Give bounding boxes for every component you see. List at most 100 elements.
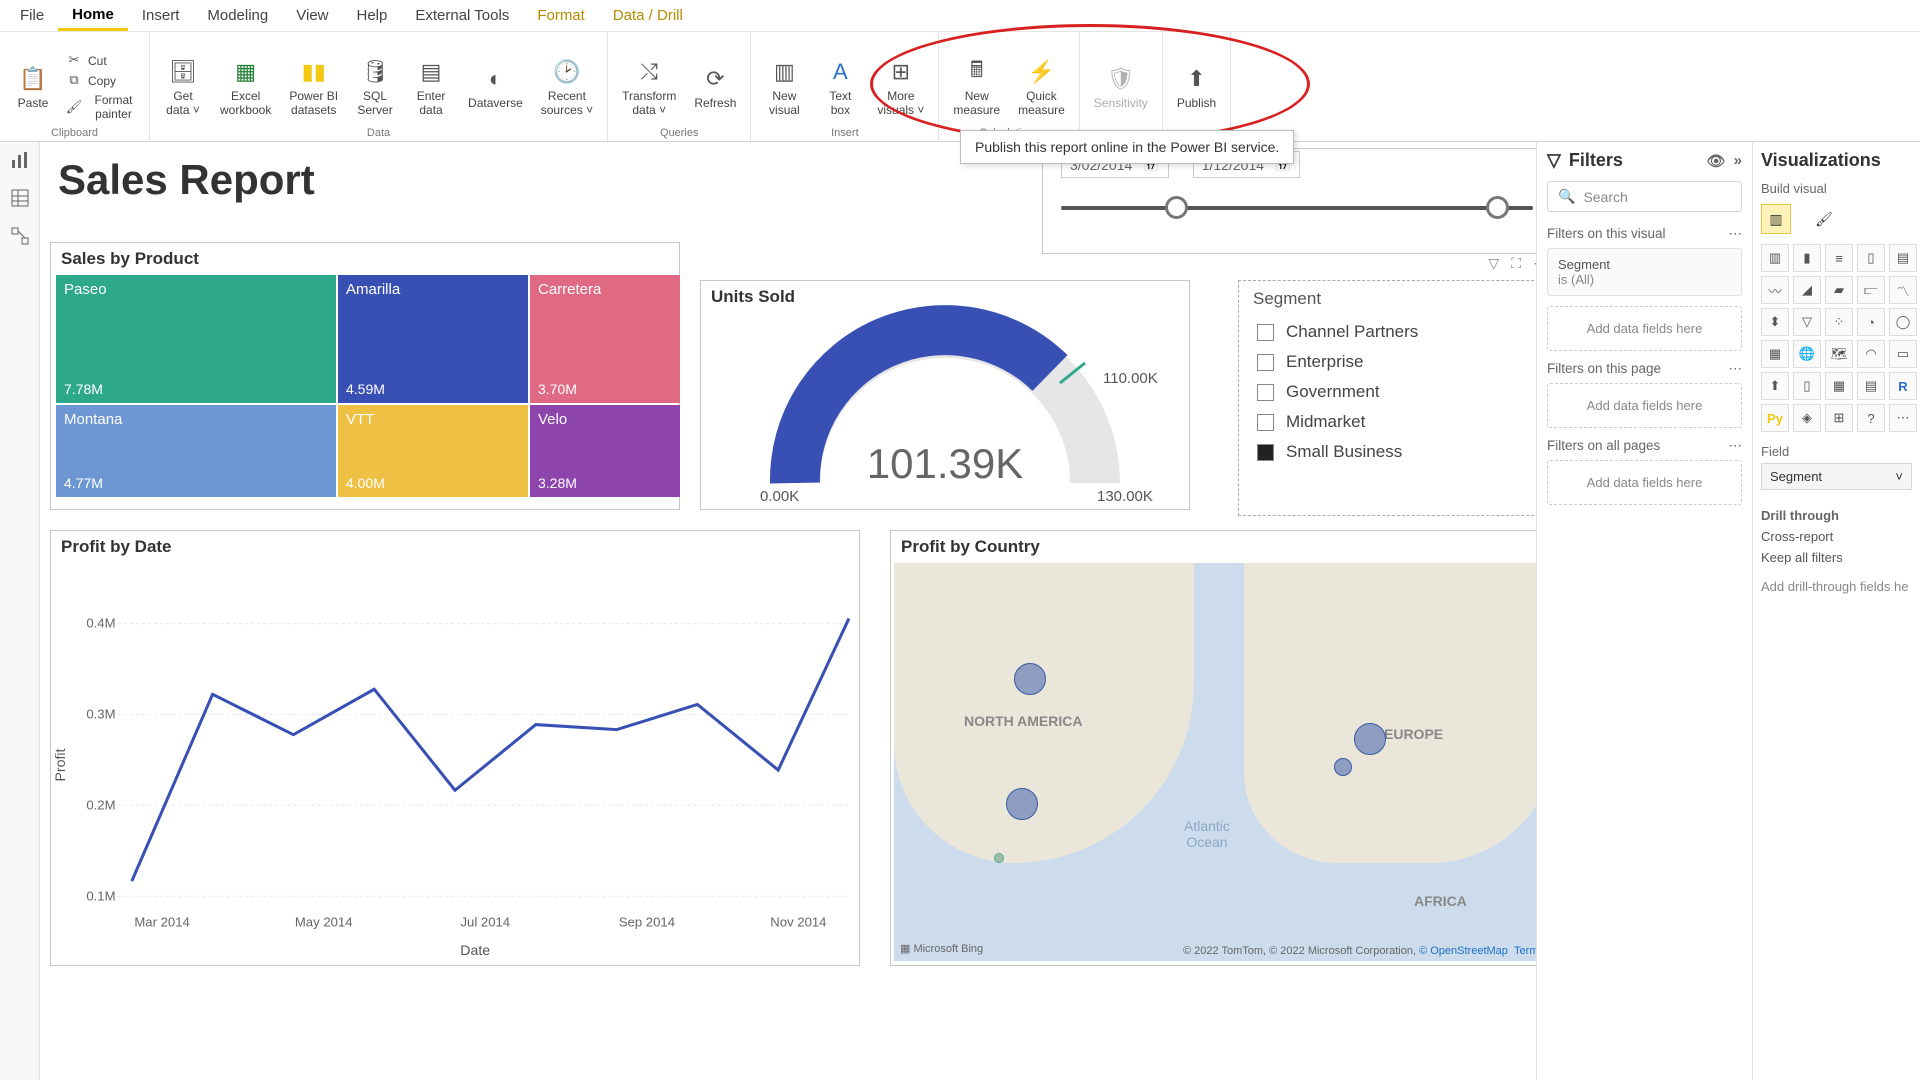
transform-data-button[interactable]: ⤭Transform data ˅	[618, 36, 680, 137]
tab-insert[interactable]: Insert	[128, 2, 194, 29]
segment-item-channel[interactable]: Channel Partners	[1239, 317, 1536, 347]
treemap-cell-velo[interactable]: Velo3.28M	[530, 405, 680, 497]
slider-thumb-from[interactable]	[1165, 196, 1188, 219]
viz-kpi-icon[interactable]: ⬆	[1761, 372, 1789, 400]
new-visual-button[interactable]: ▥New visual	[761, 36, 807, 137]
segment-item-midmarket[interactable]: Midmarket	[1239, 407, 1536, 437]
format-painter-button[interactable]: 🖌Format painter	[66, 90, 139, 122]
build-visual-tab[interactable]: ▥	[1761, 204, 1791, 234]
line-chart-visual[interactable]: Profit by Date Profit 0.4M 0.3M 0.2M 0.1…	[50, 530, 860, 966]
viz-scatter-icon[interactable]: ⁘	[1825, 308, 1853, 336]
drop-zone-all[interactable]: Add data fields here	[1547, 460, 1742, 505]
viz-funnel-icon[interactable]: ▽	[1793, 308, 1821, 336]
new-measure-button[interactable]: 🖩New measure	[949, 36, 1004, 137]
viz-area-icon[interactable]: ◢	[1793, 276, 1821, 304]
sensitivity-button[interactable]: 🛡Sensitivity	[1090, 36, 1152, 137]
drill-drop-hint[interactable]: Add drill-through fields he	[1761, 579, 1912, 594]
treemap-cell-montana[interactable]: Montana4.77M	[56, 405, 336, 497]
more-options-icon[interactable]: ⋯	[1533, 255, 1536, 272]
segment-item-government[interactable]: Government	[1239, 377, 1536, 407]
viz-waterfall-icon[interactable]: ⬍	[1761, 308, 1789, 336]
viz-r-icon[interactable]: R	[1889, 372, 1917, 400]
tab-help[interactable]: Help	[343, 2, 402, 29]
viz-filled-map-icon[interactable]: 🗺	[1825, 340, 1853, 368]
tab-home[interactable]: Home	[58, 1, 128, 31]
filter-search-input[interactable]: 🔍Search	[1547, 181, 1742, 212]
viz-line-column-icon[interactable]: ⫍	[1857, 276, 1885, 304]
data-view-icon[interactable]	[10, 188, 30, 208]
pbi-datasets-button[interactable]: ▮▮Power BI datasets	[285, 36, 342, 137]
viz-100bar-icon[interactable]: ▤	[1889, 244, 1917, 272]
map-visual[interactable]: Profit by Country NORTH AMERICA EUROPE A…	[890, 530, 1536, 966]
quick-measure-button[interactable]: ⚡Quick measure	[1014, 36, 1069, 137]
viz-treemap-icon[interactable]: ▦	[1761, 340, 1789, 368]
terms-link[interactable]: Terms	[1514, 945, 1536, 957]
more-icon[interactable]: ⋯	[1729, 226, 1743, 242]
tab-format[interactable]: Format	[523, 2, 599, 29]
viz-clustered-bar-icon[interactable]: ≡	[1825, 244, 1853, 272]
get-data-button[interactable]: 🗄Get data ˅	[160, 36, 206, 137]
text-box-button[interactable]: AText box	[817, 36, 863, 137]
viz-stacked-column-icon[interactable]: ▮	[1793, 244, 1821, 272]
report-canvas[interactable]: Sales Report 3/02/2014📅 1/12/2014📅 Sales…	[40, 142, 1536, 1080]
viz-gauge-icon[interactable]: ◠	[1857, 340, 1885, 368]
treemap-cell-paseo[interactable]: Paseo7.78M	[56, 275, 336, 403]
viz-map-icon[interactable]: 🌐	[1793, 340, 1821, 368]
sql-button[interactable]: 🛢SQL Server	[352, 36, 398, 137]
gauge-visual[interactable]: Units Sold 101.39K 0.00K 110.00K 130.00K	[700, 280, 1190, 510]
focus-icon[interactable]: ⛶	[1511, 255, 1521, 272]
viz-donut-icon[interactable]: ◯	[1889, 308, 1917, 336]
excel-button[interactable]: ▦Excel workbook	[216, 36, 275, 137]
cut-button[interactable]: ✂Cut	[66, 50, 139, 70]
viz-stacked-bar-icon[interactable]: ▥	[1761, 244, 1789, 272]
map-bubble-canada[interactable]	[1014, 663, 1046, 695]
map-bubble-mexico[interactable]	[994, 853, 1004, 863]
paste-button[interactable]: 📋 Paste	[10, 36, 56, 137]
viz-clustered-column-icon[interactable]: ▯	[1857, 244, 1885, 272]
viz-more-icon[interactable]: ⋯	[1889, 404, 1917, 432]
report-view-icon[interactable]	[10, 150, 30, 170]
segment-item-enterprise[interactable]: Enterprise	[1239, 347, 1536, 377]
map-bubble-germany[interactable]	[1354, 723, 1386, 755]
treemap-cell-vtt[interactable]: VTT4.00M	[338, 405, 528, 497]
viz-card-icon[interactable]: ▭	[1889, 340, 1917, 368]
more-icon[interactable]: ⋯	[1729, 361, 1743, 377]
viz-key-influencers-icon[interactable]: ◈	[1793, 404, 1821, 432]
viz-line-icon[interactable]: 〰	[1761, 276, 1789, 304]
tab-modeling[interactable]: Modeling	[193, 2, 282, 29]
segment-item-small-business[interactable]: Small Business	[1239, 437, 1536, 467]
enter-data-button[interactable]: ▤Enter data	[408, 36, 454, 137]
publish-button[interactable]: ⬆Publish	[1173, 36, 1220, 137]
viz-matrix-icon[interactable]: ▤	[1857, 372, 1885, 400]
field-segment[interactable]: Segment˅	[1761, 463, 1912, 490]
drop-zone-visual[interactable]: Add data fields here	[1547, 306, 1742, 351]
viz-qna-icon[interactable]: ?	[1857, 404, 1885, 432]
map-bubble-usa[interactable]	[1006, 788, 1038, 820]
format-visual-tab[interactable]: 🖌	[1809, 204, 1839, 234]
slider-thumb-to[interactable]	[1486, 196, 1509, 219]
viz-python-icon[interactable]: Py	[1761, 404, 1789, 432]
filter-icon[interactable]: ▽	[1488, 255, 1499, 272]
more-icon[interactable]: ⋯	[1729, 438, 1743, 454]
treemap-cell-carretera[interactable]: Carretera3.70M	[530, 275, 680, 403]
tab-data-drill[interactable]: Data / Drill	[599, 2, 697, 29]
drop-zone-page[interactable]: Add data fields here	[1547, 383, 1742, 428]
copy-button[interactable]: ⧉Copy	[66, 70, 139, 90]
collapse-icon[interactable]: »	[1734, 152, 1742, 169]
eye-icon[interactable]: 👁	[1707, 152, 1726, 170]
treemap-visual[interactable]: Sales by Product Paseo7.78M Amarilla4.59…	[50, 242, 680, 510]
viz-pie-icon[interactable]: ◔	[1857, 308, 1885, 336]
viz-table-icon[interactable]: ▦	[1825, 372, 1853, 400]
viz-slicer-icon[interactable]: ▯	[1793, 372, 1821, 400]
osm-link[interactable]: © OpenStreetMap	[1419, 945, 1508, 957]
dataverse-button[interactable]: ◐Dataverse	[464, 36, 527, 137]
map-bubble-france[interactable]	[1334, 758, 1352, 776]
date-slider-track[interactable]	[1061, 206, 1533, 210]
treemap-cell-amarilla[interactable]: Amarilla4.59M	[338, 275, 528, 403]
viz-decomp-icon[interactable]: ⊞	[1825, 404, 1853, 432]
more-visuals-button[interactable]: ⊞More visuals ˅	[873, 36, 928, 137]
recent-sources-button[interactable]: 🕑Recent sources ˅	[537, 36, 597, 137]
tab-external-tools[interactable]: External Tools	[401, 2, 523, 29]
filter-card-segment[interactable]: Segment is (All)	[1547, 248, 1742, 296]
viz-ribbon-icon[interactable]: 〽	[1889, 276, 1917, 304]
